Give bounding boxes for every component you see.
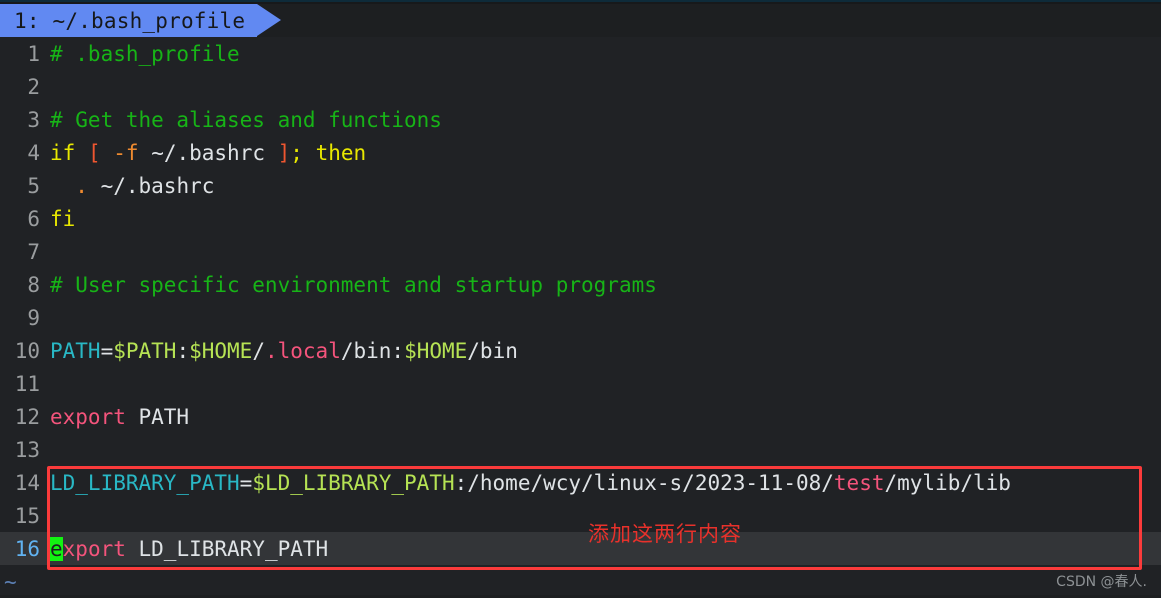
code-text: LD_LIBRARY_PATH=$LD_LIBRARY_PATH:/home/w… <box>50 471 1161 495</box>
annotation-label: 添加这两行内容 <box>588 522 742 546</box>
code-line[interactable]: 1 # .bash_profile <box>0 37 1161 70</box>
code-line[interactable]: 5 . ~/.bashrc <box>0 169 1161 202</box>
line-number: 6 <box>27 206 40 231</box>
code-token: :/home/wcy/linux-s/2023-11-08/ <box>454 470 834 495</box>
code-line[interactable]: 7 <box>0 235 1161 268</box>
line-number: 11 <box>14 371 40 396</box>
code-token: then <box>315 140 367 165</box>
code-line[interactable]: 13 <box>0 433 1161 466</box>
tabline: 1: ~/.bash_profile <box>0 4 1161 37</box>
line-number: 16 <box>14 536 40 561</box>
editor-pane[interactable]: 1 # .bash_profile 2 3 # Get the aliases and… <box>0 37 1161 595</box>
line-number: 7 <box>27 239 40 264</box>
code-text: if [ -f ~/.bashrc ]; then <box>50 141 1161 165</box>
code-line[interactable]: 8 # User specific environment and startup… <box>0 268 1161 301</box>
code-text: PATH=$PATH:$HOME/.local/bin:$HOME/bin <box>50 339 1161 363</box>
code-token: ~/.bashrc <box>138 140 278 165</box>
line-number: 10 <box>14 338 40 363</box>
code-text: # Get the aliases and functions <box>50 108 1161 132</box>
empty-line-marker: ~ <box>4 569 17 594</box>
code-line[interactable]: 6 fi <box>0 202 1161 235</box>
code-token: [ <box>87 140 101 165</box>
line-number: 3 <box>27 107 40 132</box>
code-text: export PATH <box>50 405 1161 429</box>
line-number: 14 <box>14 470 40 495</box>
code-line[interactable]: 4 if [ -f ~/.bashrc ]; then <box>0 136 1161 169</box>
line-number: 13 <box>14 437 40 462</box>
code-token: LD_LIBRARY_PATH <box>50 470 240 495</box>
line-number: 5 <box>27 173 40 198</box>
code-token: = <box>100 338 114 363</box>
line-number: 1 <box>27 41 40 66</box>
code-text: fi <box>50 207 1161 231</box>
tab-arrow-shape <box>257 4 282 36</box>
code-token: $HOME <box>404 338 468 363</box>
code-line[interactable]: 10 PATH=$PATH:$HOME/.local/bin:$HOME/bin <box>0 334 1161 367</box>
code-line[interactable]: 11 <box>0 367 1161 400</box>
code-token: $HOME <box>189 338 253 363</box>
line-number: 9 <box>27 305 40 330</box>
code-token: test <box>833 470 885 495</box>
tab-0[interactable]: 1: ~/.bash_profile <box>0 4 258 37</box>
code-token: $PATH <box>113 338 177 363</box>
code-token: PATH <box>125 404 190 429</box>
code-line[interactable]: 9 <box>0 301 1161 334</box>
code-token: = <box>239 470 253 495</box>
window-top-accent <box>0 0 1161 2</box>
code-token: : <box>176 338 190 363</box>
tab-label: 1: ~/.bash_profile <box>14 8 246 33</box>
line-number: 2 <box>27 74 40 99</box>
line-number: 4 <box>27 140 40 165</box>
code-token: ] <box>277 140 291 165</box>
code-token: / <box>252 338 265 363</box>
code-token: if <box>50 140 88 165</box>
code-line[interactable]: 15 <box>0 499 1161 532</box>
code-text: # User specific environment and startup … <box>50 273 1161 297</box>
code-token: /bin: <box>340 338 405 363</box>
text-cursor: e <box>50 536 63 561</box>
code-line[interactable]: 3 # Get the aliases and functions <box>0 103 1161 136</box>
code-token: PATH <box>50 338 101 363</box>
watermark: CSDN @春人. <box>1056 574 1147 590</box>
code-token: ~/.bashrc <box>87 173 215 198</box>
line-number: 15 <box>14 503 40 528</box>
code-text: # .bash_profile <box>50 42 1161 66</box>
code-token: . <box>75 173 88 198</box>
code-token: -f <box>113 140 139 165</box>
code-token: # Get the aliases and functions <box>50 107 442 132</box>
code-token: # User specific environment and startup … <box>50 272 657 297</box>
code-token: LD_LIBRARY_PATH <box>125 536 329 561</box>
line-number: 8 <box>27 272 40 297</box>
code-line[interactable]: 14 LD_LIBRARY_PATH=$LD_LIBRARY_PATH:/home… <box>0 466 1161 499</box>
line-number: 12 <box>14 404 40 429</box>
code-text: . ~/.bashrc <box>50 174 1161 198</box>
code-token: fi <box>50 206 76 231</box>
code-token: /bin <box>467 338 518 363</box>
code-line[interactable]: 12 export PATH <box>0 400 1161 433</box>
code-token: .local <box>264 338 341 363</box>
code-token: xport <box>62 536 126 561</box>
code-token: ; <box>290 140 303 165</box>
code-token: export <box>50 404 126 429</box>
code-line[interactable]: 2 <box>0 70 1161 103</box>
code-line[interactable]: 16 export LD_LIBRARY_PATH <box>0 532 1161 565</box>
code-token: # .bash_profile <box>50 41 240 66</box>
code-token: /mylib/lib <box>884 470 1011 495</box>
code-token: $LD_LIBRARY_PATH <box>252 470 455 495</box>
